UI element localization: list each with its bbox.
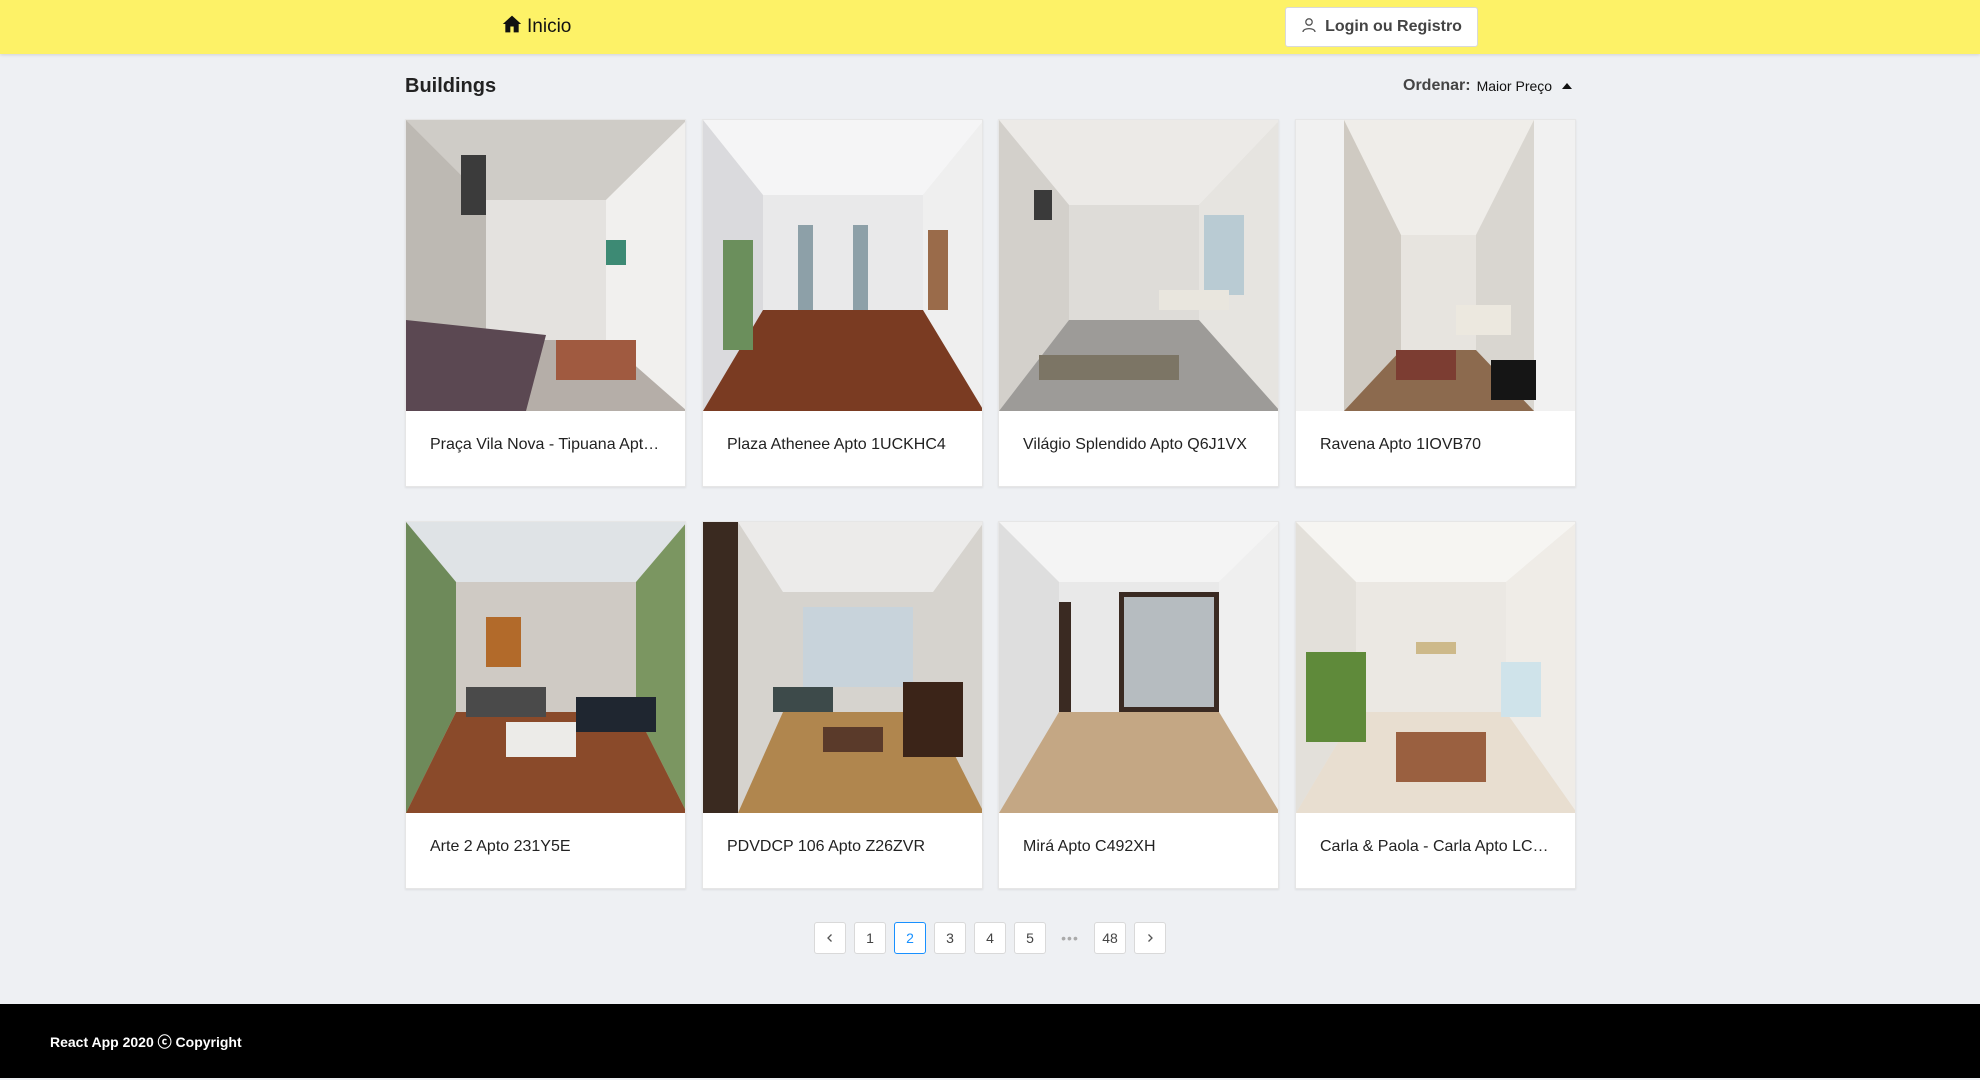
listing-photo[interactable] bbox=[1296, 522, 1575, 813]
listing-card[interactable]: Carla & Paola - Carla Apto LC7Y8A bbox=[1295, 521, 1576, 889]
pagination: 1 2 3 4 5 ••• 48 bbox=[814, 922, 1166, 954]
listing-photo[interactable] bbox=[406, 120, 685, 411]
next-page-button[interactable] bbox=[1134, 922, 1166, 954]
listing-name: Mirá Apto C492XH bbox=[1023, 838, 1156, 855]
listing-card[interactable]: Plaza Athenee Apto 1UCKHC4 bbox=[702, 119, 983, 487]
top-navbar: Inicio Login ou Registro bbox=[0, 0, 1980, 54]
listing-name: Carla & Paola - Carla Apto LC7Y8A bbox=[1320, 838, 1556, 855]
listing-photo[interactable] bbox=[1296, 120, 1575, 411]
home-link[interactable]: Inicio bbox=[502, 15, 571, 39]
page-button-5[interactable]: 5 bbox=[1014, 922, 1046, 954]
listing-photo[interactable] bbox=[703, 522, 982, 813]
sort-control[interactable]: Ordenar: Maior Preço bbox=[1403, 76, 1573, 96]
listing-name: Ravena Apto 1IOVB70 bbox=[1320, 436, 1481, 453]
listing-name: Plaza Athenee Apto 1UCKHC4 bbox=[727, 436, 946, 453]
chevron-right-icon bbox=[1145, 930, 1155, 946]
sort-label: Ordenar: bbox=[1403, 77, 1471, 94]
listing-photo[interactable] bbox=[999, 522, 1278, 813]
page-button-last[interactable]: 48 bbox=[1094, 922, 1126, 954]
page-button-4[interactable]: 4 bbox=[974, 922, 1006, 954]
user-icon bbox=[1301, 17, 1317, 38]
listing-name: Arte 2 Apto 231Y5E bbox=[430, 838, 571, 855]
sort-value[interactable]: Maior Preço bbox=[1477, 78, 1552, 94]
listing-photo[interactable] bbox=[703, 120, 982, 411]
listing-card[interactable]: PDVDCP 106 Apto Z26ZVR bbox=[702, 521, 983, 889]
prev-page-button[interactable] bbox=[814, 922, 846, 954]
footer: React App 2020 ⓒ Copyright bbox=[0, 1004, 1980, 1078]
listing-photo[interactable] bbox=[999, 120, 1278, 411]
page-button-3[interactable]: 3 bbox=[934, 922, 966, 954]
listing-name: PDVDCP 106 Apto Z26ZVR bbox=[727, 838, 926, 855]
listing-photo[interactable] bbox=[406, 522, 685, 813]
caret-up-icon[interactable] bbox=[1562, 83, 1573, 89]
footer-copyright: React App 2020 ⓒ Copyright bbox=[50, 1034, 242, 1050]
page-title: Buildings bbox=[405, 75, 497, 97]
page-button-2-current[interactable]: 2 bbox=[894, 922, 926, 954]
login-register-button[interactable]: Login ou Registro bbox=[1285, 7, 1478, 47]
listing-name: Praça Vila Nova - Tipuana Apto 1K9F2B bbox=[430, 436, 666, 453]
listing-card[interactable]: Mirá Apto C492XH bbox=[998, 521, 1279, 889]
pagination-ellipsis[interactable]: ••• bbox=[1054, 922, 1086, 954]
listing-card[interactable]: Ravena Apto 1IOVB70 bbox=[1295, 119, 1576, 487]
chevron-left-icon bbox=[825, 930, 835, 946]
home-link-label: Inicio bbox=[527, 16, 572, 37]
listing-name: Világio Splendido Apto Q6J1VX bbox=[1023, 436, 1247, 453]
listing-card[interactable]: Praça Vila Nova - Tipuana Apto 1K9F2B bbox=[405, 119, 686, 487]
page-button-1[interactable]: 1 bbox=[854, 922, 886, 954]
listing-card[interactable]: Világio Splendido Apto Q6J1VX bbox=[998, 119, 1279, 487]
home-icon bbox=[502, 14, 522, 40]
login-register-label: Login ou Registro bbox=[1325, 18, 1462, 35]
listing-card[interactable]: Arte 2 Apto 231Y5E bbox=[405, 521, 686, 889]
